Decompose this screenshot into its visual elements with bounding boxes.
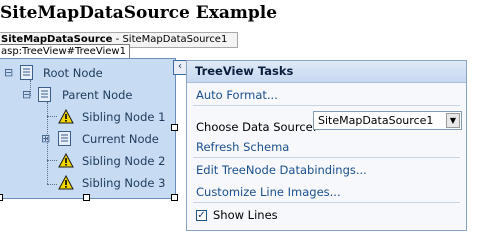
sitemap-node-icon xyxy=(58,131,71,150)
show-lines-checkbox[interactable]: ✓ xyxy=(196,210,207,221)
data-source-dropdown[interactable]: SiteMapDataSource1 ▼ xyxy=(313,111,462,130)
divider xyxy=(193,105,460,106)
warning-icon xyxy=(58,174,74,194)
tree-expander-current[interactable]: ⊞ xyxy=(41,132,50,146)
warning-icon xyxy=(58,108,74,128)
tree-node-current[interactable]: Current Node xyxy=(82,132,159,146)
datasource-id-label: SiteMapDataSource1 xyxy=(122,34,228,45)
sitemap-node-icon xyxy=(38,87,51,106)
tree-line xyxy=(47,116,57,117)
tree-node-sibling-1[interactable]: Sibling Node 1 xyxy=(82,110,165,124)
tasks-panel-title: TreeView Tasks xyxy=(187,61,466,83)
resize-handle[interactable] xyxy=(171,124,178,131)
dropdown-arrow-icon[interactable]: ▼ xyxy=(446,113,460,128)
edit-databindings-link[interactable]: Edit TreeNode Databindings... xyxy=(196,163,367,177)
choose-data-source-label: Choose Data Source: xyxy=(196,120,317,134)
resize-handle[interactable] xyxy=(0,194,3,201)
refresh-schema-link[interactable]: Refresh Schema xyxy=(196,140,289,154)
divider xyxy=(193,202,460,203)
warning-icon xyxy=(58,152,74,172)
resize-handle[interactable] xyxy=(171,194,178,201)
auto-format-link[interactable]: Auto Format... xyxy=(196,88,278,102)
divider xyxy=(193,157,460,158)
treeview-control[interactable]: ⊟ Root Node ⊟ Parent Node Sibling Node 1… xyxy=(0,58,176,199)
show-lines-label: Show Lines xyxy=(213,208,278,222)
tree-node-root[interactable]: Root Node xyxy=(43,66,103,80)
tree-line xyxy=(47,184,57,185)
data-source-selected-value: SiteMapDataSource1 xyxy=(318,114,434,127)
tree-expander-parent[interactable]: ⊟ xyxy=(22,88,31,102)
sitemap-node-icon xyxy=(20,65,33,84)
smart-tag-button[interactable]: ‹ xyxy=(173,60,187,75)
resize-handle[interactable] xyxy=(83,194,90,201)
tree-expander-root[interactable]: ⊟ xyxy=(4,66,13,80)
page-heading: SiteMapDataSource Example xyxy=(0,3,278,23)
tree-node-parent[interactable]: Parent Node xyxy=(62,88,132,102)
tree-node-sibling-3[interactable]: Sibling Node 3 xyxy=(82,176,165,190)
customize-line-images-link[interactable]: Customize Line Images... xyxy=(196,185,341,199)
tree-node-sibling-2[interactable]: Sibling Node 2 xyxy=(82,154,165,168)
tree-line xyxy=(47,160,57,161)
treeview-tag: asp:TreeView#TreeView1 xyxy=(0,44,130,59)
treeview-tasks-panel: TreeView Tasks Auto Format... Choose Dat… xyxy=(186,60,467,231)
